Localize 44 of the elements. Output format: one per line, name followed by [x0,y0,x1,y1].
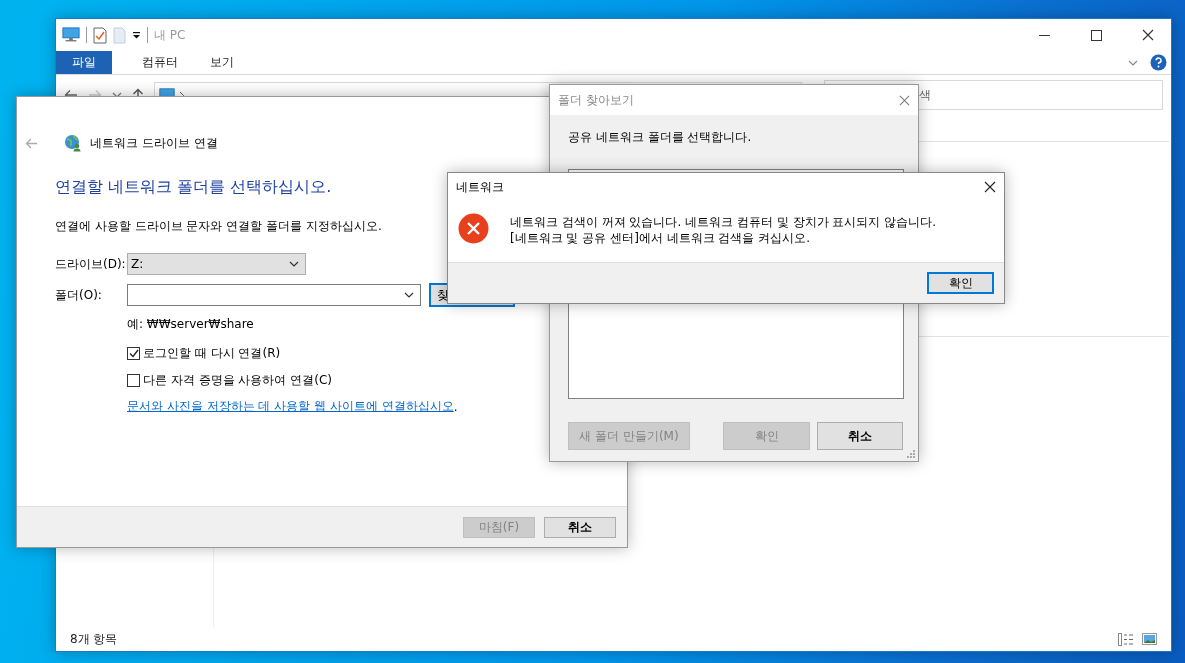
wizard-button[interactable]: 취소 [544,516,616,538]
checkmark-icon [128,349,139,358]
checkbox-label: 다른 자격 증명을 사용하여 연결(C) [143,372,332,389]
drive-label: 드라이브(D): [55,255,127,273]
close-icon [1142,29,1154,41]
example-text: 예: ₩₩server₩share [127,316,255,333]
dropdown-icon[interactable] [132,31,141,39]
maximize-icon [1090,29,1102,41]
window-title: 내 PC [154,26,186,44]
drive-dropdown[interactable]: Z: [127,253,306,275]
instruction-text: 공유 네트워크 폴더를 선택합니다. [567,129,753,146]
error-message: 네트워크 검색이 꺼져 있습니다. 네트워크 컴퓨터 및 장치가 표시되지 않습니다. [네트워크 및 공유 센터]에서 네트워크 검색을 켜십시오. [509,214,937,246]
dialog-button[interactable]: 취소 [817,422,903,450]
resize-grip-icon[interactable] [907,450,916,459]
close-icon [899,94,910,106]
checklist-icon[interactable] [93,26,107,44]
chevron-down-icon [1128,59,1138,66]
wizard-title: 네트워크 드라이브 연결 [90,134,218,152]
chevron-down-icon [289,261,299,267]
checkbox[interactable] [127,374,140,387]
website-link[interactable]: 문서와 사진을 저장하는 데 사용할 웹 사이트에 연결하십시오 [127,398,454,415]
wizard-description: 연결에 사용할 드라이브 문자와 연결할 폴더를 지정하십시오. [55,218,382,235]
dialog-title: 폴더 찾아보기 [558,91,634,109]
error-icon [458,213,489,244]
ok-button[interactable]: 확인 [927,272,994,294]
computer-icon [62,27,80,43]
ribbon-tab[interactable]: 보기 [194,51,250,74]
item-count: 8개 항목 [70,630,118,648]
details-view-icon[interactable] [1118,632,1134,646]
checkbox[interactable] [127,347,140,360]
network-globe-icon [64,134,82,152]
help-icon[interactable] [1150,54,1167,71]
wizard-heading: 연결할 네트워크 폴더를 선택하십시오. [55,177,332,198]
chevron-down-icon [404,292,414,298]
dialog-title: 네트워크 [456,178,504,196]
folder-combobox[interactable] [127,284,421,306]
ribbon-tab[interactable]: 파일 [56,51,112,74]
minimize-icon [1038,34,1050,36]
close-icon [984,181,996,193]
link-period: . [453,399,458,414]
large-icons-view-icon[interactable] [1142,633,1157,645]
folder-label: 폴더(O): [55,286,103,304]
checkbox-label: 로그인할 때 다시 연결(R) [143,345,281,362]
ribbon-tab[interactable]: 컴퓨터 [126,51,194,74]
